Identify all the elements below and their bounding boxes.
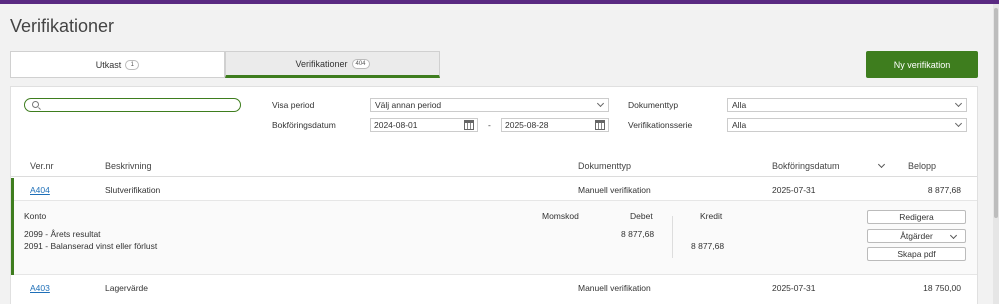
page-title: Verifikationer bbox=[10, 16, 115, 36]
table-row[interactable]: A403 Lagervärde Manuell verifikation 202… bbox=[11, 277, 977, 304]
vernr-link[interactable]: A403 bbox=[30, 283, 50, 293]
chevron-down-icon bbox=[949, 231, 958, 240]
detail-debit: 8 877,68 bbox=[621, 229, 655, 239]
period-label: Visa period bbox=[272, 100, 315, 110]
period-select[interactable]: Välj annan period bbox=[370, 98, 609, 112]
period-value: Välj annan period bbox=[375, 100, 442, 110]
column-header-doctype[interactable]: Dokumenttyp bbox=[578, 161, 631, 171]
search-icon bbox=[32, 101, 39, 108]
calendar-icon[interactable] bbox=[464, 120, 474, 130]
detail-account: 2099 - Årets resultat bbox=[24, 229, 101, 239]
series-label: Verifikationsserie bbox=[628, 120, 693, 130]
tab-verifikationer-count: 404 bbox=[351, 58, 370, 69]
edit-button[interactable]: Redigera bbox=[867, 210, 966, 224]
column-header-amount[interactable]: Belopp bbox=[908, 161, 936, 171]
date-from-value: 2024-08-01 bbox=[374, 120, 418, 130]
row-description: Lagervärde bbox=[105, 283, 149, 293]
chevron-down-icon bbox=[954, 119, 963, 128]
calendar-icon[interactable] bbox=[595, 120, 605, 130]
doctype-select[interactable]: Alla bbox=[727, 98, 967, 112]
date-to-value: 2025-08-28 bbox=[505, 120, 549, 130]
tab-verifikationer[interactable]: Verifikationer 404 bbox=[225, 51, 440, 78]
actions-label: Åtgärder bbox=[900, 231, 933, 241]
detail-header-credit: Kredit bbox=[700, 211, 723, 221]
doctype-label: Dokumenttyp bbox=[628, 100, 679, 110]
search-input[interactable] bbox=[24, 98, 241, 112]
tab-verifikationer-label: Verifikationer bbox=[295, 58, 348, 69]
row-amount: 18 750,00 bbox=[923, 283, 961, 293]
scrollbar-thumb[interactable] bbox=[994, 8, 998, 218]
vernr-link[interactable]: A404 bbox=[30, 185, 50, 195]
date-label: Bokföringsdatum bbox=[272, 120, 336, 130]
column-header-description[interactable]: Beskrivning bbox=[105, 161, 152, 171]
row-doctype: Manuell verifikation bbox=[578, 185, 651, 195]
new-verification-button[interactable]: Ny verifikation bbox=[866, 51, 978, 78]
detail-account: 2091 - Balanserad vinst eller förlust bbox=[24, 241, 158, 251]
tab-utkast-label: Utkast bbox=[95, 59, 122, 70]
create-pdf-button[interactable]: Skapa pdf bbox=[867, 247, 966, 261]
row-date: 2025-07-31 bbox=[772, 283, 816, 293]
row-date: 2025-07-31 bbox=[772, 185, 816, 195]
series-value: Alla bbox=[732, 120, 747, 130]
verifications-panel: Visa period Välj annan period Bokförings… bbox=[10, 86, 978, 304]
date-to-input[interactable]: 2025-08-28 bbox=[501, 118, 609, 132]
date-separator: - bbox=[488, 120, 491, 130]
date-from-input[interactable]: 2024-08-01 bbox=[370, 118, 478, 132]
row-amount: 8 877,68 bbox=[927, 185, 961, 195]
row-doctype: Manuell verifikation bbox=[578, 283, 651, 293]
column-header-vernr[interactable]: Ver.nr bbox=[30, 161, 54, 171]
chevron-down-icon bbox=[954, 99, 963, 108]
page-scrollbar[interactable] bbox=[993, 4, 999, 304]
detail-divider bbox=[672, 216, 673, 258]
column-header-date[interactable]: Bokföringsdatum bbox=[772, 161, 840, 171]
detail-header-vat: Momskod bbox=[542, 211, 579, 221]
series-select[interactable]: Alla bbox=[727, 118, 967, 132]
verification-detail: Konto Momskod Debet Kredit 2099 - Årets … bbox=[14, 200, 977, 275]
header-divider bbox=[11, 176, 977, 177]
top-accent-bar bbox=[0, 0, 999, 4]
actions-dropdown-button[interactable]: Åtgärder bbox=[867, 229, 966, 243]
tab-bar: Utkast 1 Verifikationer 404 bbox=[10, 51, 440, 78]
detail-header-debit: Debet bbox=[630, 211, 653, 221]
chevron-down-icon bbox=[596, 99, 605, 108]
row-description: Slutverifikation bbox=[105, 185, 161, 195]
tab-utkast[interactable]: Utkast 1 bbox=[10, 51, 225, 78]
detail-credit: 8 877,68 bbox=[691, 241, 725, 251]
detail-header-account: Konto bbox=[24, 211, 47, 221]
tab-utkast-count: 1 bbox=[125, 59, 140, 70]
sort-chevron-icon[interactable] bbox=[877, 160, 886, 169]
doctype-value: Alla bbox=[732, 100, 747, 110]
